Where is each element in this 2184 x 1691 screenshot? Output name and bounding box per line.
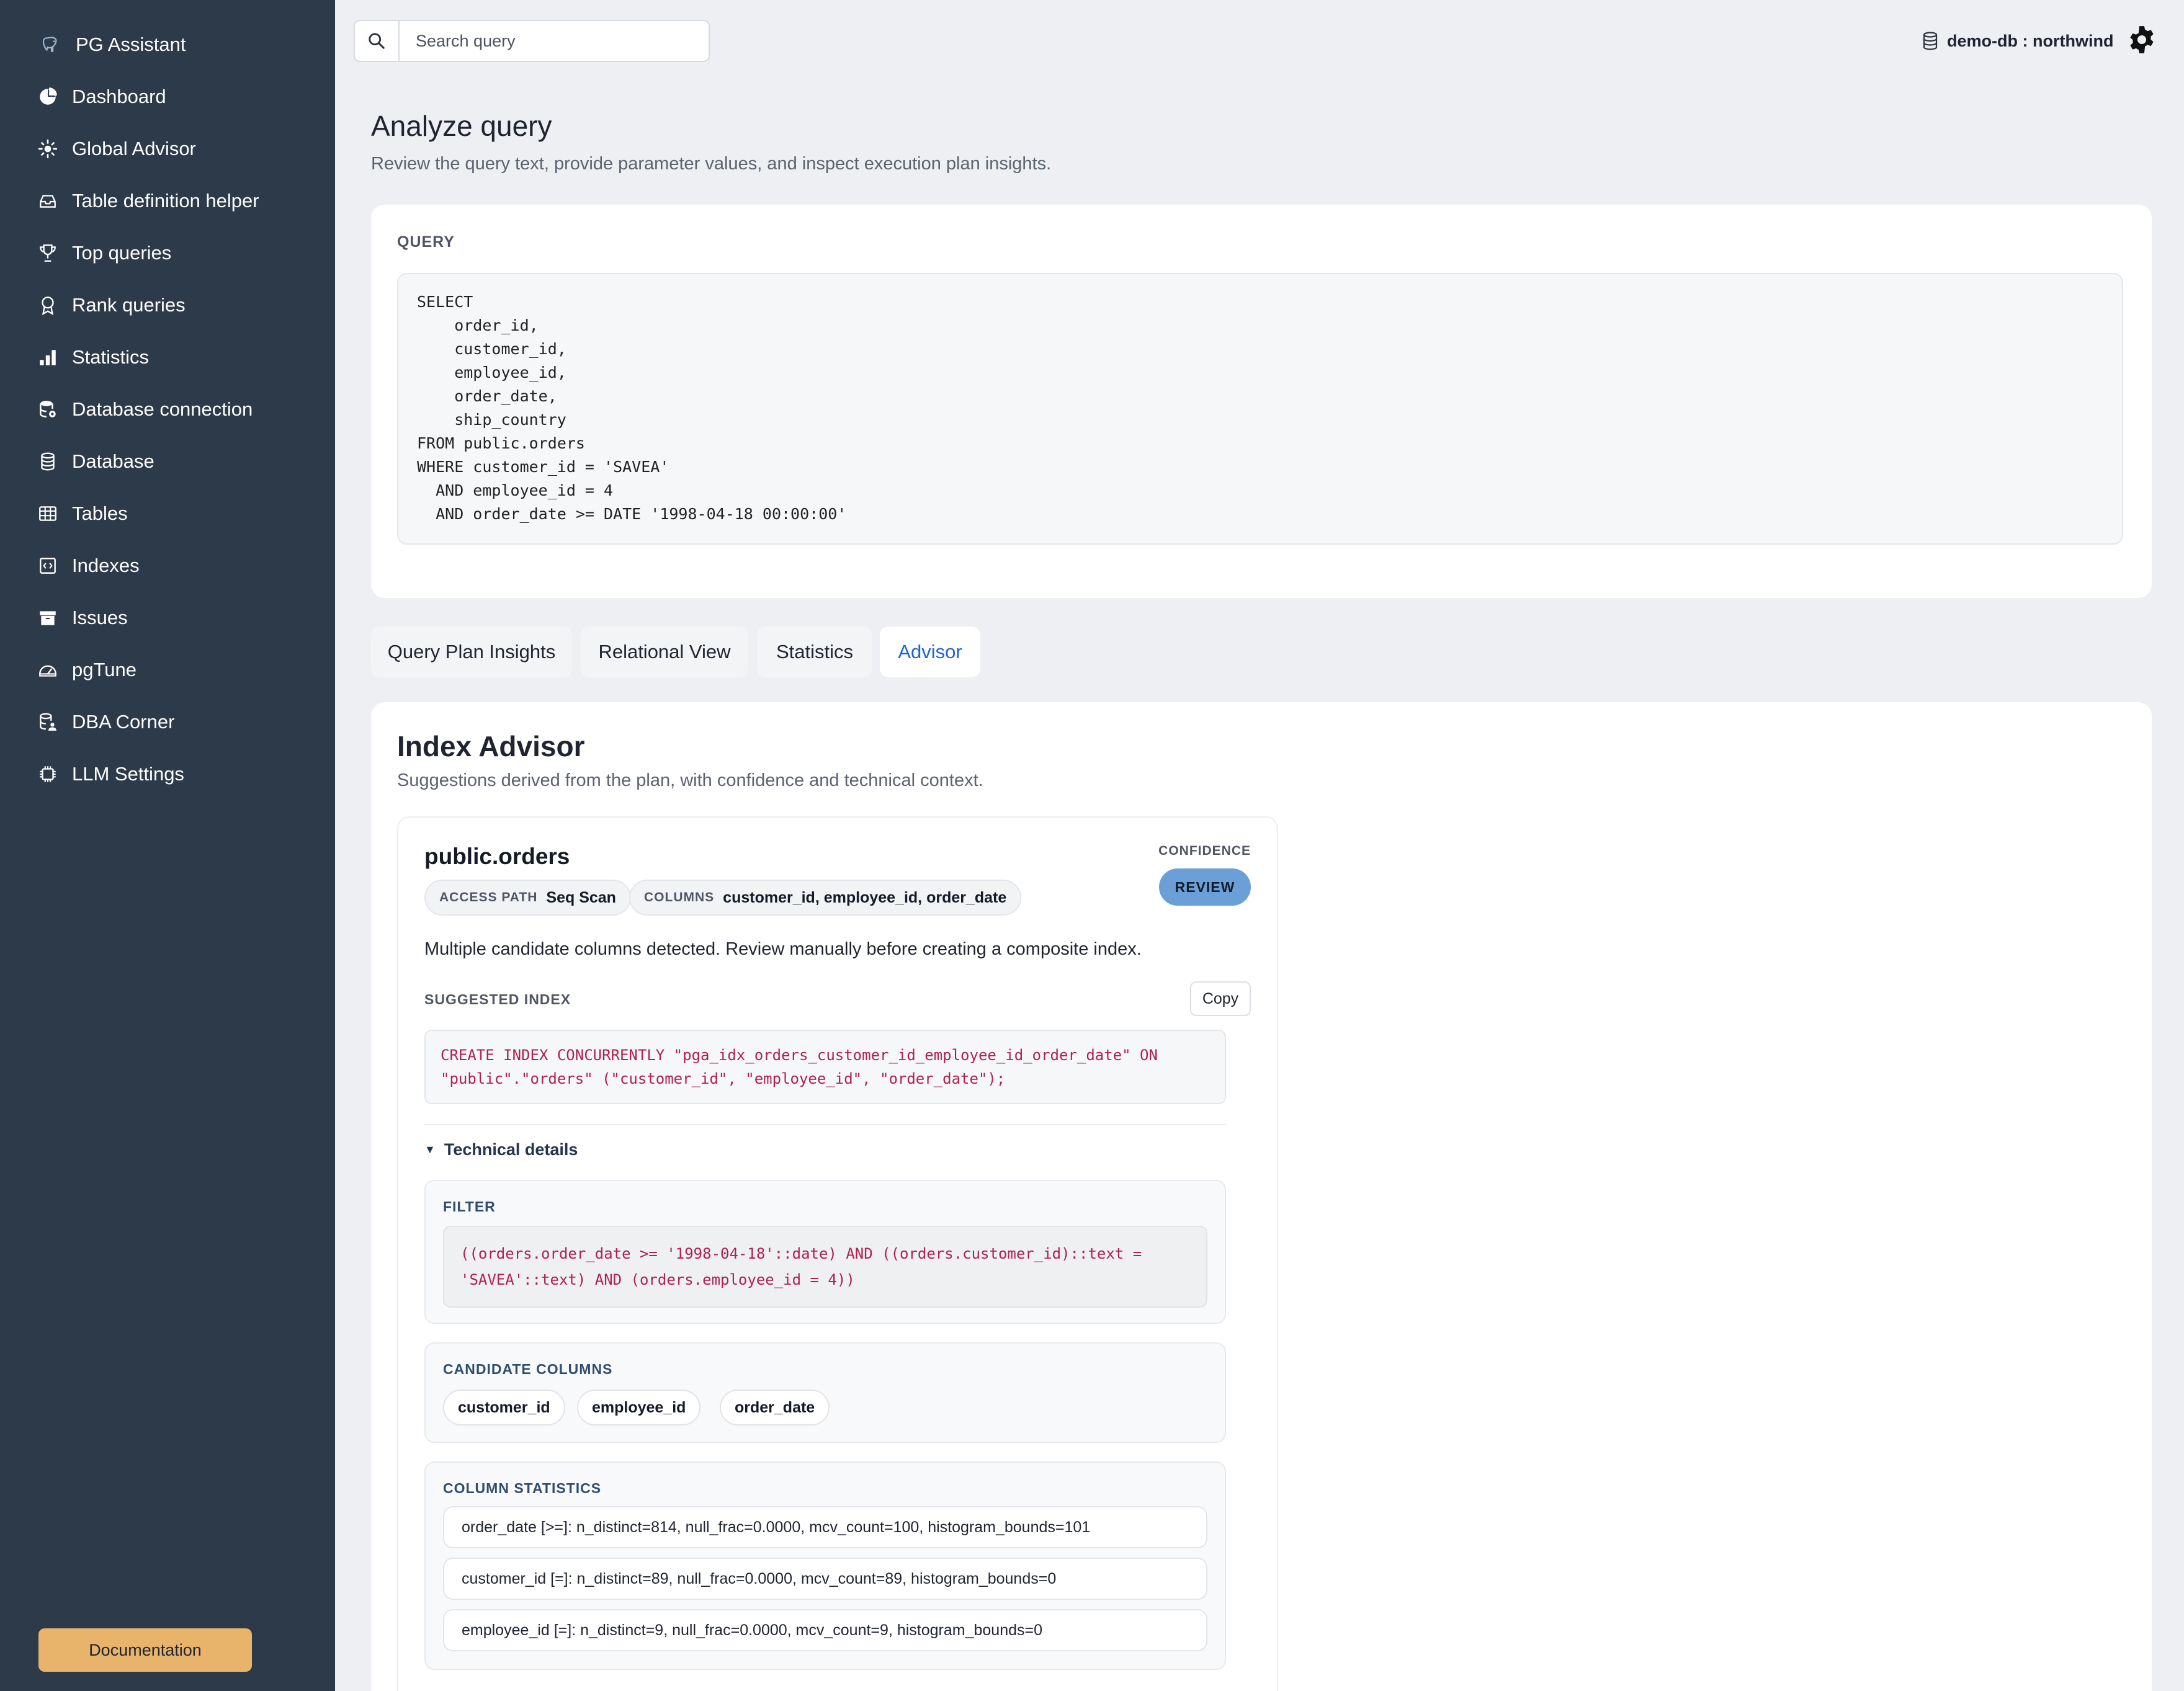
search-icon[interactable] bbox=[355, 21, 400, 61]
app-name: PG Assistant bbox=[76, 33, 186, 55]
advisor-subtitle: Suggestions derived from the plan, with … bbox=[397, 770, 983, 790]
candidate-columns-box: CANDIDATE COLUMNS customer_id employee_i… bbox=[424, 1342, 1226, 1443]
sidebar-item-label: Rank queries bbox=[72, 294, 186, 316]
documentation-button[interactable]: Documentation bbox=[38, 1628, 252, 1672]
columns-value: customer_id, employee_id, order_date bbox=[723, 888, 1007, 906]
sidebar-item-label: Dashboard bbox=[72, 86, 166, 107]
tab-relational-view[interactable]: Relational View bbox=[581, 627, 748, 677]
sidebar-item-global-advisor[interactable]: Global Advisor bbox=[35, 130, 196, 167]
sidebar-item-database[interactable]: Database bbox=[35, 443, 154, 480]
sidebar-item-indexes[interactable]: Indexes bbox=[35, 547, 140, 584]
sidebar-item-database-connection[interactable]: Database connection bbox=[35, 391, 253, 428]
cpu-icon bbox=[35, 761, 61, 787]
technical-details-toggle[interactable]: ▼ Technical details bbox=[424, 1140, 578, 1159]
sidebar-item-label: Database bbox=[72, 450, 154, 472]
tab-query-plan-insights[interactable]: Query Plan Insights bbox=[371, 627, 572, 677]
filter-label: FILTER bbox=[443, 1198, 496, 1215]
sidebar-item-label: pgTune bbox=[72, 659, 136, 680]
bar-chart-icon bbox=[35, 344, 61, 370]
caret-down-icon: ▼ bbox=[424, 1143, 436, 1156]
settings-gear-icon[interactable] bbox=[2126, 24, 2158, 56]
query-code[interactable]: SELECT order_id, customer_id, employee_i… bbox=[397, 273, 2123, 545]
database-icon bbox=[1922, 32, 1938, 50]
sidebar-item-tables[interactable]: Tables bbox=[35, 495, 128, 532]
suggestion-card: public.orders CONFIDENCE REVIEW ACCESS P… bbox=[397, 816, 1278, 1691]
sidebar-item-dba-corner[interactable]: DBA Corner bbox=[35, 703, 174, 741]
table-icon bbox=[35, 501, 61, 527]
sidebar-item-label: Table definition helper bbox=[72, 190, 259, 212]
table-name: public.orders bbox=[424, 844, 570, 869]
sidebar-item-pgtune[interactable]: pgTune bbox=[35, 651, 136, 689]
sidebar-item-dashboard[interactable]: Dashboard bbox=[35, 78, 166, 115]
advisor-message: Multiple candidate columns detected. Rev… bbox=[424, 939, 1142, 959]
sidebar-item-rank-queries[interactable]: Rank queries bbox=[35, 287, 186, 324]
trophy-icon bbox=[35, 240, 61, 266]
search-bar bbox=[354, 20, 710, 62]
tab-statistics[interactable]: Statistics bbox=[757, 627, 872, 677]
sidebar-item-statistics[interactable]: Statistics bbox=[35, 339, 149, 376]
database-selector[interactable]: demo-db : northwind bbox=[1922, 26, 2113, 56]
candidate-column-chip: employee_id bbox=[577, 1390, 701, 1426]
sidebar-item-label: LLM Settings bbox=[72, 763, 184, 785]
access-path-value: Seq Scan bbox=[546, 888, 616, 906]
sidebar-item-label: Indexes bbox=[72, 555, 140, 576]
candidate-columns-label: CANDIDATE COLUMNS bbox=[443, 1361, 613, 1377]
filter-code[interactable]: ((orders.order_date >= '1998-04-18'::dat… bbox=[443, 1226, 1207, 1308]
confidence-badge: REVIEW bbox=[1159, 868, 1251, 906]
columns-pill: COLUMNS customer_id, employee_id, order_… bbox=[629, 880, 1022, 916]
speedometer-icon bbox=[35, 657, 61, 683]
app-brand[interactable]: PG Assistant bbox=[38, 26, 186, 63]
sidebar-item-label: Issues bbox=[72, 607, 128, 628]
archive-icon bbox=[35, 605, 61, 631]
database-icon bbox=[35, 448, 61, 475]
page-subtitle: Review the query text, provide parameter… bbox=[371, 154, 1052, 174]
technical-details-label: Technical details bbox=[444, 1140, 578, 1159]
database-gear-icon bbox=[35, 396, 61, 422]
inbox-icon bbox=[35, 188, 61, 214]
advisor-title: Index Advisor bbox=[397, 730, 585, 762]
sidebar-item-label: Global Advisor bbox=[72, 138, 196, 159]
sidebar-item-llm-settings[interactable]: LLM Settings bbox=[35, 756, 184, 793]
database-person-icon bbox=[35, 709, 61, 735]
search-input[interactable] bbox=[400, 31, 697, 51]
filter-box: FILTER ((orders.order_date >= '1998-04-1… bbox=[424, 1180, 1226, 1324]
confidence-label: CONFIDENCE bbox=[1158, 844, 1251, 858]
access-path-pill: ACCESS PATH Seq Scan bbox=[424, 880, 631, 916]
access-path-label: ACCESS PATH bbox=[439, 890, 538, 904]
sidebar-item-label: Database connection bbox=[72, 398, 253, 420]
sidebar-item-table-definition-helper[interactable]: Table definition helper bbox=[35, 182, 259, 220]
sidebar-item-issues[interactable]: Issues bbox=[35, 599, 128, 636]
index-advisor-card: Index Advisor Suggestions derived from t… bbox=[371, 702, 2152, 1691]
query-label: QUERY bbox=[397, 233, 455, 251]
copy-button[interactable]: Copy bbox=[1190, 981, 1251, 1016]
candidate-column-chip: customer_id bbox=[443, 1390, 565, 1426]
column-statistics-box: COLUMN STATISTICS order_date [>=]: n_dis… bbox=[424, 1461, 1226, 1670]
sidebar-item-label: Top queries bbox=[72, 242, 172, 264]
candidate-column-chip: order_date bbox=[720, 1390, 830, 1426]
columns-label: COLUMNS bbox=[644, 890, 715, 904]
sidebar: PG Assistant Dashboard Global Advisor Ta… bbox=[0, 0, 335, 1691]
sidebar-item-label: DBA Corner bbox=[72, 711, 175, 733]
tab-advisor[interactable]: Advisor bbox=[880, 627, 980, 677]
query-card: QUERY SELECT order_id, customer_id, empl… bbox=[371, 205, 2152, 598]
sun-icon bbox=[35, 136, 61, 162]
column-stat-row: order_date [>=]: n_distinct=814, null_fr… bbox=[443, 1506, 1207, 1548]
award-icon bbox=[35, 292, 61, 318]
divider bbox=[424, 1124, 1226, 1125]
elephant-logo-icon bbox=[38, 32, 65, 58]
sidebar-item-label: Statistics bbox=[72, 346, 150, 368]
database-label: demo-db : northwind bbox=[1947, 31, 2114, 50]
column-statistics-label: COLUMN STATISTICS bbox=[443, 1480, 602, 1496]
suggested-index-sql[interactable]: CREATE INDEX CONCURRENTLY "pga_idx_order… bbox=[424, 1030, 1226, 1104]
column-stat-row: employee_id [=]: n_distinct=9, null_frac… bbox=[443, 1609, 1207, 1651]
suggested-index-label: SUGGESTED INDEX bbox=[424, 991, 571, 1007]
sidebar-item-label: Tables bbox=[72, 502, 128, 524]
sidebar-item-top-queries[interactable]: Top queries bbox=[35, 234, 171, 272]
pie-chart-icon bbox=[35, 84, 61, 110]
index-icon bbox=[35, 553, 61, 579]
page-title: Analyze query bbox=[371, 110, 552, 142]
column-stat-row: customer_id [=]: n_distinct=89, null_fra… bbox=[443, 1558, 1207, 1600]
